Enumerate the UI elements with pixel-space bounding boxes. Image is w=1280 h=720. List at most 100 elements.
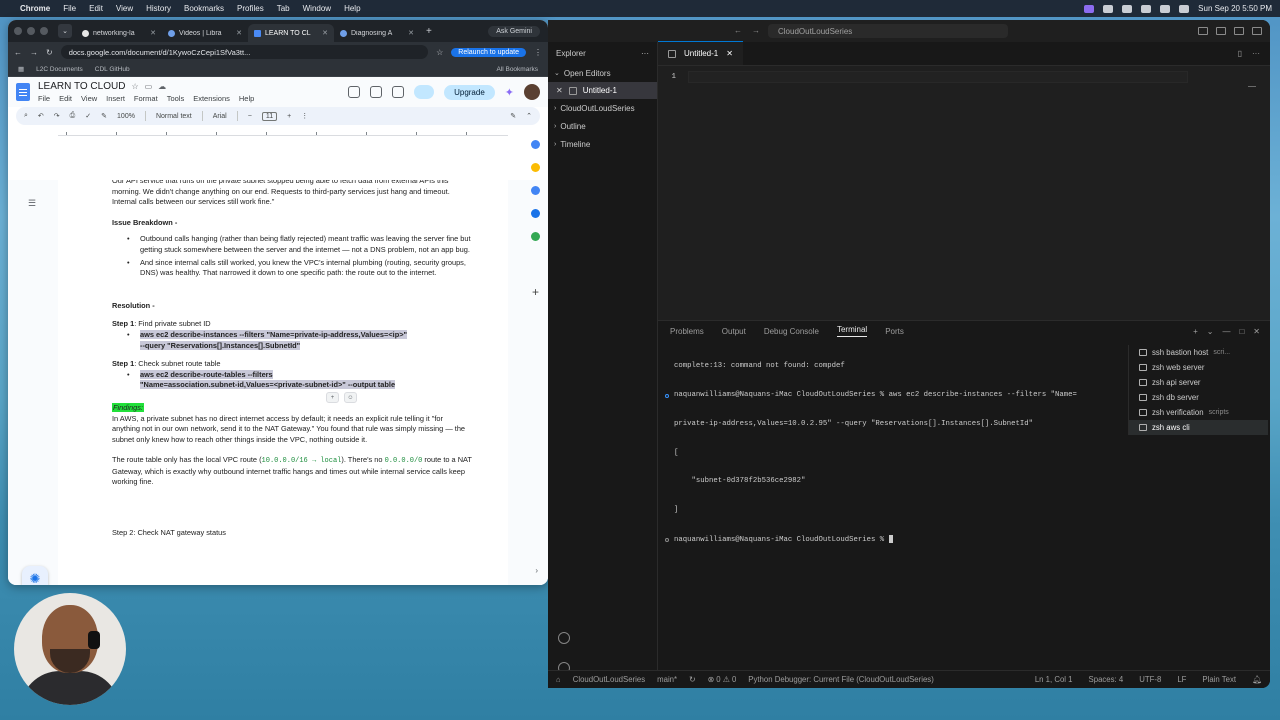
control-center-icon[interactable] <box>1179 4 1190 13</box>
comments-icon[interactable] <box>370 86 383 98</box>
tab-problems[interactable]: Problems <box>670 327 704 336</box>
remote-indicator-icon[interactable]: ⌂ <box>556 675 561 684</box>
zoom-select[interactable]: 100% <box>117 113 135 120</box>
status-language[interactable]: Plain Text <box>1202 675 1236 684</box>
address-bar[interactable]: docs.google.com/document/d/1KywoCzCepi1S… <box>60 45 429 59</box>
terminal-item-bastion[interactable]: ssh bastion host scri... <box>1129 345 1268 360</box>
command-decoration-icon[interactable] <box>665 537 669 542</box>
notifications-bell-icon[interactable]: 🔔︎ <box>1252 675 1262 684</box>
open-editor-item[interactable]: ✕ Untitled-1 <box>548 82 657 99</box>
ruler[interactable] <box>58 126 508 136</box>
menubar-clock[interactable]: Sun Sep 20 5:50 PM <box>1198 4 1272 13</box>
docs-menu-view[interactable]: View <box>81 94 97 103</box>
folder-section[interactable]: › CloudOutLoudSeries <box>548 99 657 117</box>
reload-icon[interactable]: ↻ <box>46 48 53 57</box>
docs-menu-extensions[interactable]: Extensions <box>193 94 230 103</box>
calendar-icon[interactable] <box>531 140 540 149</box>
ask-gemini-button[interactable]: Ask Gemini <box>488 25 540 37</box>
terminal-item-db[interactable]: zsh db server <box>1129 390 1268 405</box>
account-avatar[interactable] <box>524 84 540 100</box>
terminal-item-api[interactable]: zsh api server <box>1129 375 1268 390</box>
redo-icon[interactable]: ↷ <box>54 112 60 120</box>
close-window-button[interactable] <box>14 27 22 35</box>
star-icon[interactable]: ☆ <box>131 82 138 91</box>
close-icon[interactable]: ✕ <box>236 29 242 37</box>
gemini-spark-icon[interactable]: ✦ <box>505 86 514 99</box>
docs-menu-file[interactable]: File <box>38 94 50 103</box>
nav-arrows-icon[interactable]: ←→ <box>734 26 770 35</box>
editor-tab-untitled[interactable]: Untitled-1 ✕ <box>658 41 743 65</box>
close-icon[interactable]: ✕ <box>726 49 733 58</box>
add-addon-icon[interactable]: + <box>532 285 539 299</box>
minimize-panel-icon[interactable]: — <box>1222 327 1230 336</box>
close-icon[interactable]: ✕ <box>150 29 156 37</box>
menu-window[interactable]: Window <box>303 4 331 13</box>
menu-history[interactable]: History <box>146 4 171 13</box>
menu-help[interactable]: Help <box>344 4 360 13</box>
editor-line[interactable]: 1 <box>658 71 1188 83</box>
close-icon[interactable]: ✕ <box>1253 327 1260 336</box>
more-menu-icon[interactable]: ⋮ <box>534 48 542 57</box>
terminal-output[interactable]: complete:13: command not found: compdef … <box>664 343 1124 565</box>
status-icon-2[interactable] <box>1122 4 1133 13</box>
back-arrow-icon[interactable]: ← <box>14 48 22 57</box>
editing-mode-icon[interactable]: ✎ <box>510 112 516 120</box>
doc-title[interactable]: LEARN TO CLOUD <box>38 81 125 92</box>
sync-icon[interactable]: ↻ <box>689 675 696 684</box>
new-terminal-icon[interactable]: + <box>1193 327 1198 336</box>
font-select[interactable]: Arial <box>213 113 227 120</box>
upgrade-button[interactable]: Upgrade <box>444 84 495 100</box>
style-select[interactable]: Normal text <box>156 113 192 120</box>
wifi-icon[interactable] <box>1160 4 1171 13</box>
tab-search-chevron-icon[interactable]: ⌄ <box>58 24 72 38</box>
status-icon-1[interactable] <box>1103 4 1114 13</box>
new-tab-button[interactable]: + <box>426 26 432 37</box>
paint-format-icon[interactable]: ✎ <box>101 112 107 120</box>
tab-ports[interactable]: Ports <box>885 327 904 336</box>
increase-font-icon[interactable]: + <box>287 113 291 120</box>
browser-tab[interactable]: Videos | Libra ✕ <box>162 24 248 42</box>
close-icon[interactable]: ✕ <box>408 29 414 37</box>
outline-section[interactable]: › Outline <box>548 117 657 135</box>
cloud-status-icon[interactable]: ☁ <box>158 82 166 91</box>
customize-layout-icon[interactable] <box>1252 27 1262 35</box>
browser-tab[interactable]: Diagnosing A ✕ <box>334 24 420 42</box>
tab-terminal[interactable]: Terminal <box>836 325 868 337</box>
docs-menu-insert[interactable]: Insert <box>106 94 125 103</box>
contacts-icon[interactable] <box>531 209 540 218</box>
browser-tab[interactable]: networking-la ✕ <box>76 24 162 42</box>
undo-icon[interactable]: ↶ <box>38 112 44 120</box>
timeline-section[interactable]: › Timeline <box>548 135 657 153</box>
status-folder[interactable]: CloudOutLoudSeries <box>573 675 645 684</box>
docs-menu-edit[interactable]: Edit <box>59 94 72 103</box>
menu-tab[interactable]: Tab <box>277 4 290 13</box>
bookmark-item[interactable]: CDL GitHub <box>95 66 130 73</box>
close-icon[interactable]: ✕ <box>556 86 563 95</box>
docs-logo-icon[interactable] <box>16 83 30 101</box>
menu-profiles[interactable]: Profiles <box>237 4 264 13</box>
document-page[interactable]: Our API service that runs on the private… <box>58 180 508 585</box>
terminal-item-aws-cli[interactable]: zsh aws cli <box>1129 420 1268 435</box>
status-spaces[interactable]: Spaces: 4 <box>1089 675 1124 684</box>
terminal-item-verification[interactable]: zsh verification scripts <box>1129 405 1268 420</box>
status-encoding[interactable]: UTF-8 <box>1139 675 1161 684</box>
toggle-secondary-sidebar-icon[interactable] <box>1234 27 1244 35</box>
close-icon[interactable]: ✕ <box>322 29 328 37</box>
minimap[interactable] <box>1248 86 1256 87</box>
maximize-panel-icon[interactable]: □ <box>1239 327 1244 336</box>
apps-grid-icon[interactable]: ▦ <box>18 65 24 73</box>
all-bookmarks-button[interactable]: All Bookmarks <box>496 66 538 73</box>
spellcheck-icon[interactable]: ✓ <box>85 112 91 120</box>
more-options-icon[interactable]: ⋮ <box>301 112 308 120</box>
docs-menu-format[interactable]: Format <box>134 94 158 103</box>
decrease-font-icon[interactable]: − <box>248 113 252 120</box>
document-outline-icon[interactable]: ☰ <box>28 198 36 209</box>
docs-menu-help[interactable]: Help <box>239 94 254 103</box>
meet-icon[interactable] <box>392 86 405 98</box>
history-icon[interactable] <box>348 86 361 98</box>
move-folder-icon[interactable]: ▭ <box>145 82 153 91</box>
command-center-search[interactable]: CloudOutLoudSeries <box>768 24 1008 38</box>
emoji-reaction-icon[interactable]: ☺ <box>344 392 357 403</box>
tab-output[interactable]: Output <box>722 327 746 336</box>
browser-tab-active[interactable]: LEARN TO CL ✕ <box>248 24 334 42</box>
